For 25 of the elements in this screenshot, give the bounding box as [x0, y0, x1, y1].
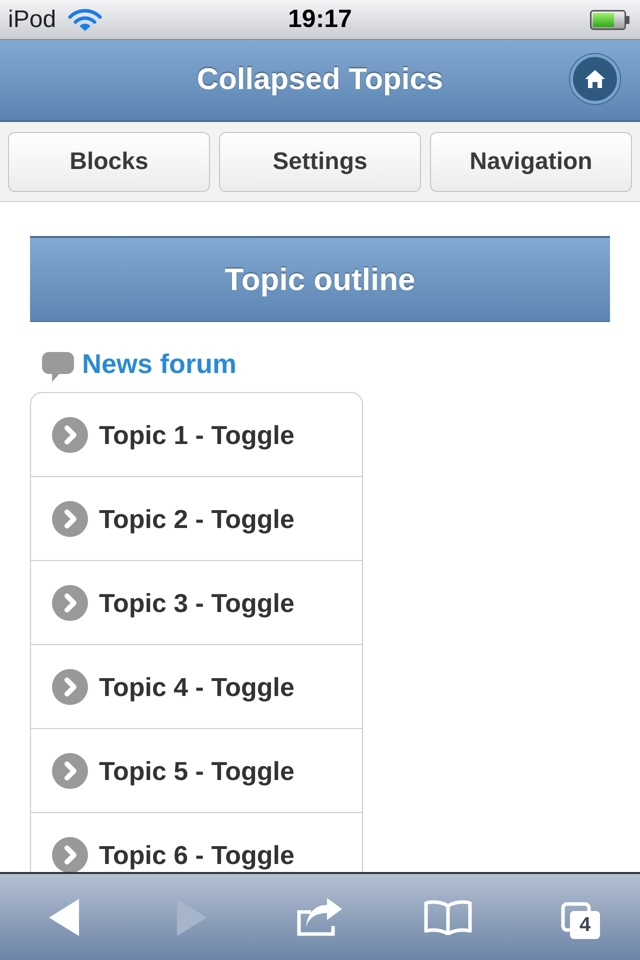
topic-toggle[interactable]: Topic 1 - Toggle	[31, 393, 362, 477]
forum-link[interactable]: News forum	[82, 350, 237, 378]
speech-bubble-icon	[42, 352, 74, 382]
section-title: Topic outline	[224, 264, 416, 295]
share-icon	[297, 898, 343, 936]
topic-toggle[interactable]: Topic 6 - Toggle	[31, 813, 362, 872]
open-book-icon	[424, 900, 472, 934]
topic-toggle[interactable]: Topic 2 - Toggle	[31, 477, 362, 561]
wifi-icon	[68, 8, 102, 32]
forward-arrow-icon	[177, 898, 207, 936]
back-arrow-icon	[49, 898, 79, 936]
page-title: Collapsed Topics	[196, 65, 444, 95]
nav-button[interactable]: Blocks	[8, 132, 210, 192]
tab-count-badge: 4	[570, 911, 600, 939]
battery-icon	[590, 10, 630, 30]
topic-toggle[interactable]: Topic 4 - Toggle	[31, 645, 362, 729]
carrier-name: iPod	[8, 8, 56, 32]
topic-toggle[interactable]: Topic 5 - Toggle	[31, 729, 362, 813]
tabs-button[interactable]: 4	[512, 874, 640, 960]
clock-time: 19:17	[288, 7, 352, 32]
nav-button[interactable]: Navigation	[430, 132, 632, 192]
topic-toggle[interactable]: Topic 3 - Toggle	[31, 561, 362, 645]
home-button[interactable]	[570, 54, 620, 104]
nav-button[interactable]: Settings	[219, 132, 421, 192]
home-icon	[584, 69, 606, 89]
